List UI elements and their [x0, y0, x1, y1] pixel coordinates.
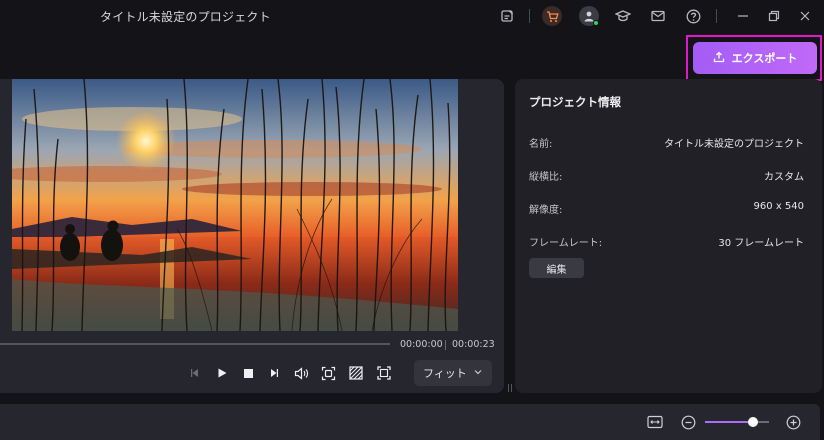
zoom-slider-handle[interactable]	[748, 417, 758, 427]
preview-panel: 00:00:00 00:00:23 フィット	[0, 79, 504, 393]
timeline-toolbar	[0, 404, 820, 440]
frame-rate-label: フレームレート:	[529, 238, 603, 249]
stop-icon[interactable]	[238, 363, 258, 383]
video-preview[interactable]	[12, 79, 458, 331]
zoom-in-icon[interactable]	[784, 413, 802, 431]
notes-icon[interactable]	[497, 6, 517, 26]
chevron-down-icon	[473, 367, 483, 380]
mail-icon[interactable]	[648, 6, 668, 26]
time-divider	[445, 340, 446, 350]
panel-resize-handle[interactable]	[508, 384, 512, 392]
prev-frame-icon[interactable]	[185, 363, 205, 383]
toolbar-divider	[716, 9, 717, 23]
play-icon[interactable]	[212, 363, 232, 383]
fit-timeline-icon[interactable]	[646, 413, 664, 431]
export-highlight-frame: エクスポート	[686, 35, 822, 81]
zoom-slider[interactable]	[705, 417, 769, 427]
current-time: 00:00:00	[400, 339, 443, 350]
zoom-out-icon[interactable]	[679, 413, 697, 431]
restore-icon[interactable]	[764, 6, 784, 26]
snapshot-icon[interactable]	[318, 363, 338, 383]
name-label: 名前:	[529, 139, 553, 150]
playback-progress[interactable]	[0, 343, 390, 345]
minimize-icon[interactable]	[733, 6, 753, 26]
frame-rate-value: 30 フレームレート	[718, 238, 804, 249]
sunset-reeds-image	[12, 79, 458, 331]
title-bar: タイトル未設定のプロジェクト	[0, 0, 824, 32]
upload-icon	[713, 51, 725, 66]
aspect-icon[interactable]	[346, 363, 366, 383]
volume-icon[interactable]	[291, 363, 311, 383]
help-icon[interactable]	[683, 6, 703, 26]
export-button[interactable]: エクスポート	[693, 42, 817, 74]
project-info-panel: プロジェクト情報 名前: タイトル未設定のプロジェクト 縦横比: カスタム 解像…	[515, 79, 822, 393]
online-status-dot	[593, 20, 599, 26]
fullscreen-icon[interactable]	[374, 363, 394, 383]
learn-icon[interactable]	[613, 6, 633, 26]
next-frame-icon[interactable]	[264, 363, 284, 383]
export-label: エクスポート	[731, 53, 798, 65]
aspect-ratio-value: カスタム	[764, 172, 804, 183]
toolbar-divider	[529, 9, 530, 23]
resolution-value: 960 x 540	[753, 201, 804, 212]
total-time: 00:00:23	[452, 339, 495, 350]
resolution-label: 解像度:	[529, 205, 563, 216]
fit-dropdown-value: フィット	[423, 367, 467, 380]
fit-dropdown[interactable]: フィット	[414, 360, 492, 386]
project-info-title: プロジェクト情報	[529, 95, 621, 109]
cart-icon[interactable]	[542, 6, 562, 26]
name-value: タイトル未設定のプロジェクト	[664, 139, 804, 150]
edit-button[interactable]: 編集	[529, 258, 584, 278]
window-title: タイトル未設定のプロジェクト	[100, 10, 271, 24]
aspect-ratio-label: 縦横比:	[529, 172, 563, 183]
close-icon[interactable]	[795, 6, 815, 26]
user-icon[interactable]	[579, 6, 599, 26]
zoom-slider-fill	[705, 421, 753, 423]
